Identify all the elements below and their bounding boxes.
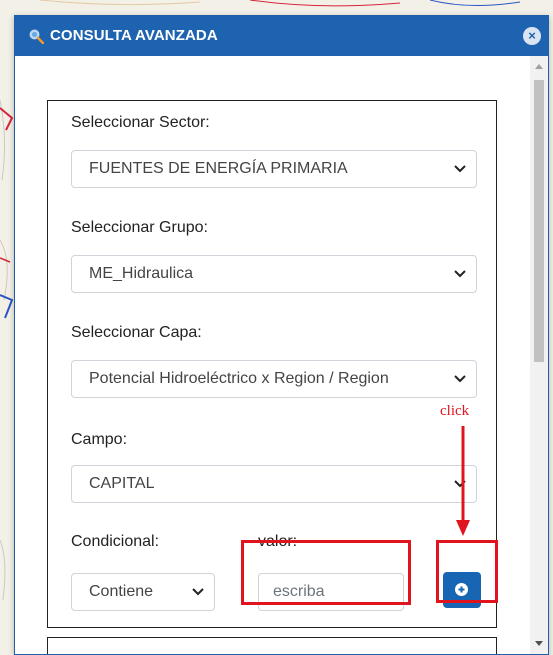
condicional-select[interactable]: Contiene bbox=[71, 573, 215, 611]
dialog-content: Seleccionar Sector: FUENTES DE ENERGÍA P… bbox=[15, 56, 529, 654]
valor-input[interactable] bbox=[258, 573, 404, 611]
dialog-scrollbar[interactable] bbox=[530, 56, 548, 654]
dialog-titlebar[interactable]: CONSULTA AVANZADA × bbox=[15, 16, 548, 56]
valor-label: valor: bbox=[258, 533, 298, 550]
sector-select-value: FUENTES DE ENERGÍA PRIMARIA bbox=[89, 160, 348, 177]
query-form: Seleccionar Sector: FUENTES DE ENERGÍA P… bbox=[47, 100, 497, 628]
scrollbar-thumb[interactable] bbox=[534, 80, 544, 362]
dialog-title: CONSULTA AVANZADA bbox=[50, 27, 218, 44]
plus-circle-icon bbox=[455, 583, 468, 596]
scroll-up-icon[interactable] bbox=[535, 64, 543, 69]
campo-label: Campo: bbox=[71, 431, 128, 448]
scroll-down-icon[interactable] bbox=[535, 641, 543, 646]
click-annotation: click bbox=[440, 403, 470, 419]
grupo-label: Seleccionar Grupo: bbox=[71, 219, 208, 236]
campo-select[interactable]: CAPITAL bbox=[71, 465, 477, 503]
capa-label: Seleccionar Capa: bbox=[71, 324, 202, 341]
close-icon[interactable]: × bbox=[523, 27, 541, 45]
sector-label: Seleccionar Sector: bbox=[71, 114, 210, 131]
chevron-down-icon bbox=[454, 375, 466, 383]
capa-select[interactable]: Potencial Hidroeléctrico x Region / Regi… bbox=[71, 360, 477, 398]
grupo-select[interactable]: ME_Hidraulica bbox=[71, 255, 477, 293]
search-icon bbox=[29, 29, 44, 44]
chevron-down-icon bbox=[192, 588, 204, 596]
condicional-label: Condicional: bbox=[71, 533, 160, 550]
capa-select-value: Potencial Hidroeléctrico x Region / Regi… bbox=[89, 370, 389, 387]
advanced-query-dialog: CONSULTA AVANZADA × Seleccionar Sector: … bbox=[14, 15, 549, 655]
condicional-select-value: Contiene bbox=[89, 583, 154, 600]
query-results-box bbox=[47, 637, 497, 654]
chevron-down-icon bbox=[454, 165, 466, 173]
annotation-arrow bbox=[456, 426, 470, 536]
chevron-down-icon bbox=[454, 270, 466, 278]
sector-select[interactable]: FUENTES DE ENERGÍA PRIMARIA bbox=[71, 150, 477, 188]
add-condition-button[interactable] bbox=[443, 572, 481, 608]
campo-select-value: CAPITAL bbox=[89, 475, 155, 492]
grupo-select-value: ME_Hidraulica bbox=[89, 265, 194, 282]
